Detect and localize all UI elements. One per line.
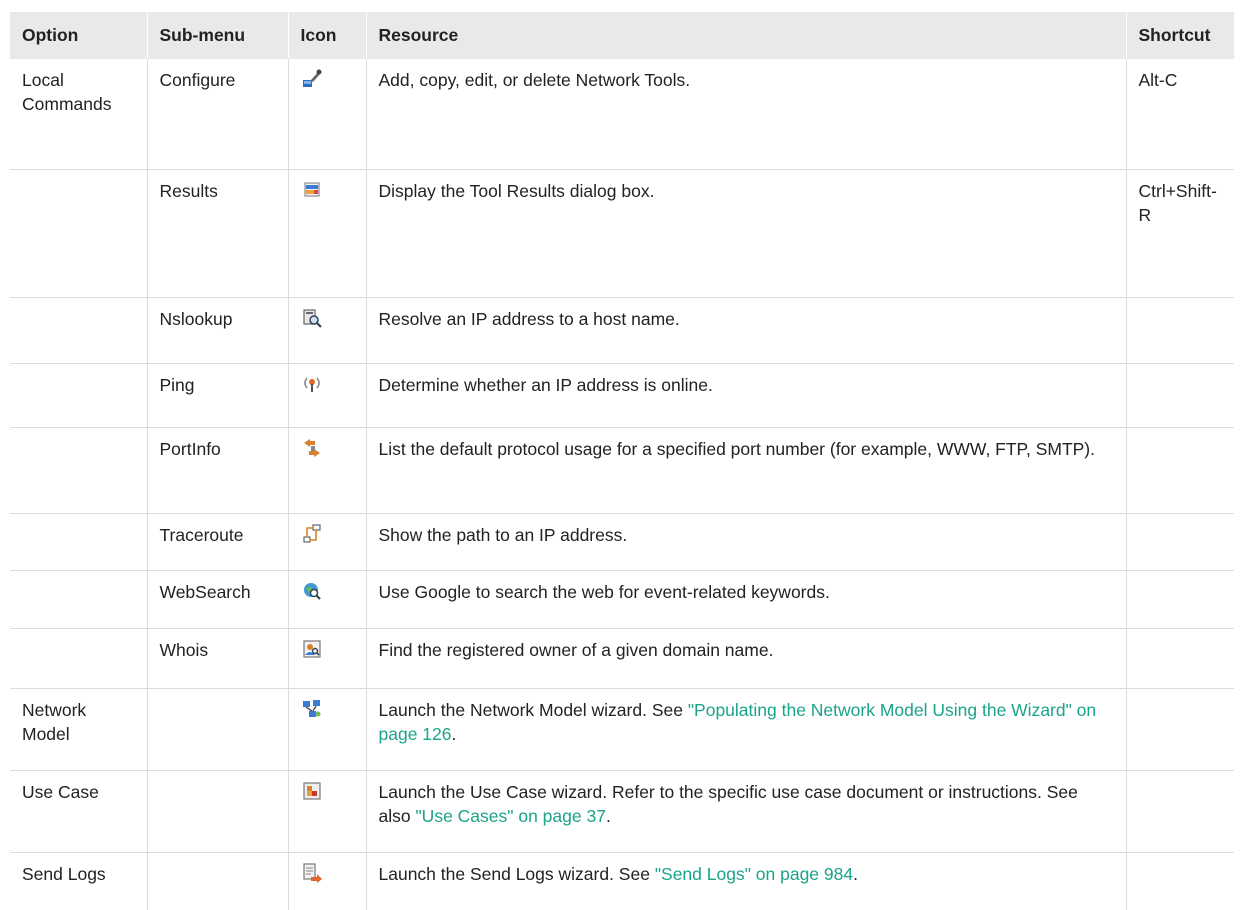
table-row: Network Model Launch the Network Model w… (10, 688, 1234, 771)
table-row: Nslookup Resolve an IP address to a host… (10, 297, 1234, 364)
submenu-cell: Traceroute (146, 513, 288, 571)
table-row: Use Case Launch the Use Case wizard. Ref… (10, 770, 1234, 853)
option-cell (10, 570, 147, 629)
shortcut-cell (1125, 297, 1234, 364)
shortcut-cell (1125, 427, 1234, 514)
option-cell (10, 297, 147, 364)
table-row: Local Commands Configure Add, copy, edit… (10, 59, 1234, 170)
shortcut-cell (1125, 628, 1234, 689)
use-case-icon (301, 780, 323, 802)
submenu-cell (146, 688, 288, 771)
option-cell (10, 427, 147, 514)
configure-tools-icon (301, 68, 323, 90)
resource-text-after: . (451, 723, 457, 744)
resource-cell: Find the registered owner of a given dom… (365, 628, 1126, 689)
shortcut-cell: Ctrl+Shift-R (1125, 169, 1234, 298)
send-logs-icon (301, 862, 323, 884)
shortcut-cell (1125, 363, 1234, 428)
tool-results-icon (301, 179, 323, 201)
option-cell (10, 628, 147, 689)
resource-text-after: . (605, 805, 611, 826)
submenu-cell: PortInfo (146, 427, 288, 514)
option-cell (10, 363, 147, 428)
resource-text: Launch the Send Logs wizard. See (378, 863, 655, 884)
table-row: Whois Find the registered owner of a giv… (10, 628, 1234, 689)
shortcut-cell (1125, 852, 1234, 910)
submenu-cell: Nslookup (146, 297, 288, 364)
send-logs-link[interactable]: "Send Logs" on page 984 (655, 864, 853, 884)
network-model-icon (301, 698, 323, 720)
submenu-cell (146, 770, 288, 853)
option-cell: Network Model (10, 688, 147, 771)
header-icon: Icon (287, 12, 366, 59)
resource-cell: Launch the Use Case wizard. Refer to the… (365, 770, 1126, 853)
shortcut-cell (1125, 688, 1234, 771)
resource-cell: Display the Tool Results dialog box. (365, 169, 1126, 298)
resource-cell: Use Google to search the web for event-r… (365, 570, 1126, 629)
submenu-cell: Results (146, 169, 288, 298)
submenu-cell: Whois (146, 628, 288, 689)
whois-icon (301, 638, 323, 660)
table-row: Traceroute Show the path to an IP addres… (10, 513, 1234, 571)
header-submenu: Sub-menu (146, 12, 288, 59)
nslookup-icon (301, 307, 323, 329)
resource-cell: Determine whether an IP address is onlin… (365, 363, 1126, 428)
resource-cell: List the default protocol usage for a sp… (365, 427, 1126, 514)
submenu-cell: Ping (146, 363, 288, 428)
shortcut-cell (1125, 570, 1234, 629)
option-cell: Send Logs (22, 863, 106, 884)
resource-cell: Show the path to an IP address. (365, 513, 1126, 571)
table-row: Send Logs Launch the Send Logs wizard. S… (10, 852, 1234, 910)
header-row: Option Sub-menu Icon Resource Shortcut (10, 12, 1234, 59)
portinfo-icon (301, 437, 323, 459)
traceroute-icon (301, 523, 323, 545)
shortcut-cell (1125, 513, 1234, 571)
resource-cell: Launch the Network Model wizard. See "Po… (365, 688, 1126, 771)
ping-icon (301, 373, 323, 395)
shortcut-cell: Alt-C (1125, 59, 1234, 170)
resource-text-after: . (853, 863, 858, 884)
header-shortcut: Shortcut (1125, 12, 1234, 59)
use-cases-link[interactable]: "Use Cases" on page 37 (415, 806, 605, 826)
table-row: Results Display the Tool Results dialog … (10, 169, 1234, 298)
table-row: Ping Determine whether an IP address is … (10, 363, 1234, 428)
option-cell (10, 169, 147, 298)
resource-cell: Add, copy, edit, or delete Network Tools… (365, 59, 1126, 170)
websearch-icon (301, 580, 323, 602)
header-resource: Resource (365, 12, 1126, 59)
page: Option Sub-menu Icon Resource Shortcut L… (0, 0, 1244, 910)
menu-options-table: Option Sub-menu Icon Resource Shortcut L… (10, 12, 1234, 910)
table-row: WebSearch Use Google to search the web f… (10, 570, 1234, 629)
resource-text: Launch the Network Model wizard. See (378, 699, 688, 720)
shortcut-cell (1125, 770, 1234, 853)
option-cell: Local Commands (10, 59, 147, 170)
submenu-cell: WebSearch (146, 570, 288, 629)
option-cell (10, 513, 147, 571)
submenu-cell: Configure (146, 59, 288, 170)
option-cell: Use Case (10, 770, 147, 853)
header-option: Option (10, 12, 147, 59)
resource-cell: Launch the Send Logs wizard. See "Send L… (365, 852, 1126, 910)
table-row: PortInfo List the default protocol usage… (10, 427, 1234, 514)
submenu-cell (146, 852, 288, 910)
resource-cell: Resolve an IP address to a host name. (365, 297, 1126, 364)
